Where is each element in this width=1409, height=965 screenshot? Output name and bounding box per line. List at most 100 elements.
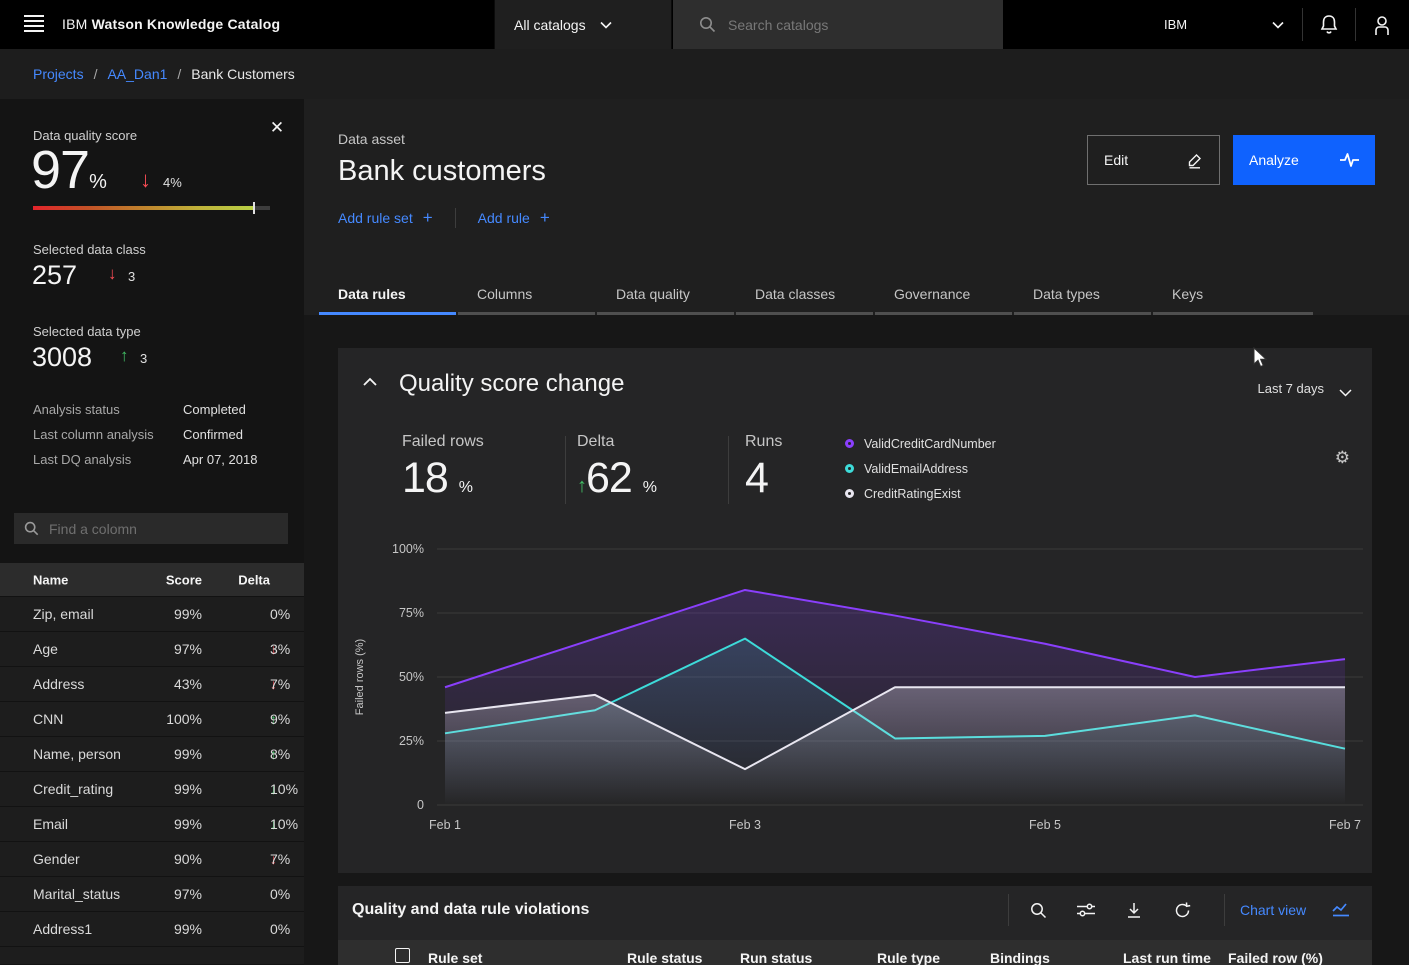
columns-table-header: Name Score Delta xyxy=(0,563,304,596)
tab-underline xyxy=(458,312,595,315)
violations-header-bindings[interactable]: Bindings xyxy=(990,950,1050,965)
tab-data-rules[interactable]: Data rules xyxy=(319,277,456,315)
line-chart: 025%50%75%100%Failed rows (%)Feb 1Feb 3F… xyxy=(338,348,1372,873)
quality-score-delta: 4% xyxy=(163,175,182,190)
breadcrumb-separator: / xyxy=(177,66,181,82)
column-row[interactable]: Name, person99%↑8% xyxy=(0,736,304,771)
tab-label: Data classes xyxy=(755,286,835,302)
profile-button[interactable] xyxy=(1356,0,1408,49)
app-brand: IBM Watson Knowledge Catalog xyxy=(62,16,280,32)
violations-header-last-run-time[interactable]: Last run time xyxy=(1123,950,1211,965)
breadcrumb-projects[interactable]: Projects xyxy=(33,66,84,82)
download-button[interactable] xyxy=(1110,886,1158,934)
y-tick-label: 0 xyxy=(417,798,424,812)
column-score: 90% xyxy=(130,851,202,867)
analyze-button[interactable]: Analyze xyxy=(1233,135,1375,185)
quality-score-gauge xyxy=(33,202,270,214)
gauge-gradient-bar xyxy=(33,206,253,210)
tab-keys[interactable]: Keys xyxy=(1153,277,1313,315)
account-dropdown[interactable]: IBM xyxy=(1150,0,1302,49)
column-score: 99% xyxy=(130,816,202,832)
tab-columns[interactable]: Columns xyxy=(458,277,595,315)
tab-data-quality[interactable]: Data quality xyxy=(597,277,734,315)
column-name: CNN xyxy=(33,711,63,727)
find-column-input[interactable]: Find a colomn xyxy=(14,513,288,544)
gauge-remainder xyxy=(255,206,270,210)
account-label: IBM xyxy=(1164,17,1187,32)
x-tick-label: Feb 3 xyxy=(729,818,761,832)
column-row[interactable]: CNN100%↑9% xyxy=(0,701,304,736)
column-score: 99% xyxy=(130,781,202,797)
catalog-dropdown[interactable]: All catalogs xyxy=(494,0,672,49)
analysis-status-label: Analysis status xyxy=(33,402,120,417)
notifications-button[interactable] xyxy=(1303,0,1355,49)
column-name: Gender xyxy=(33,851,80,867)
add-icon: + xyxy=(540,208,550,228)
chevron-down-icon xyxy=(1272,21,1284,29)
filter-settings-button[interactable] xyxy=(1062,886,1110,934)
column-score: 97% xyxy=(130,886,202,902)
violations-toolbar xyxy=(1014,886,1206,934)
breadcrumb-project-name[interactable]: AA_Dan1 xyxy=(107,66,167,82)
violations-header-run-status[interactable]: Run status xyxy=(740,950,812,965)
data-class-value: 257 xyxy=(32,260,77,291)
tab-label: Data quality xyxy=(616,286,690,302)
up-arrow-icon: ↑ xyxy=(120,346,129,366)
x-tick-label: Feb 1 xyxy=(429,818,461,832)
add-rule-link[interactable]: Add rule+ xyxy=(478,208,550,228)
edit-pencil-icon xyxy=(1186,152,1203,169)
user-icon xyxy=(1372,14,1392,36)
column-row[interactable]: Gender90%↓7% xyxy=(0,841,304,876)
column-name: Address1 xyxy=(33,921,92,937)
column-score: 43% xyxy=(130,676,202,692)
violations-header-rule-type[interactable]: Rule type xyxy=(877,950,940,965)
search-icon xyxy=(24,521,39,536)
violations-title: Quality and data rule violations xyxy=(352,901,589,919)
asset-eyebrow: Data asset xyxy=(338,131,405,147)
search-icon xyxy=(699,16,716,33)
data-type-delta: 3 xyxy=(140,351,147,366)
violations-card: Quality and data rule violations Chart v… xyxy=(338,886,1372,965)
column-row[interactable]: Marital_status97%0% xyxy=(0,876,304,911)
column-row[interactable]: Age97%↓3% xyxy=(0,631,304,666)
chart-view-toggle[interactable]: Chart view xyxy=(1240,886,1350,934)
refresh-button[interactable] xyxy=(1158,886,1206,934)
data-class-label: Selected data class xyxy=(33,242,146,257)
tab-data-classes[interactable]: Data classes xyxy=(736,277,873,315)
quality-score-card: Quality score change Last 7 days Failed … xyxy=(338,348,1372,873)
select-all-checkbox[interactable] xyxy=(395,948,410,963)
violations-header-rule-set[interactable]: Rule set xyxy=(428,950,482,965)
column-name: Credit_rating xyxy=(33,781,113,797)
close-icon[interactable]: ✕ xyxy=(266,117,288,139)
column-name: Zip, email xyxy=(33,606,94,622)
search-icon xyxy=(1030,902,1047,919)
column-score: 100% xyxy=(130,711,202,727)
toolbar-divider xyxy=(1008,894,1009,926)
violations-header-rule-status[interactable]: Rule status xyxy=(627,950,702,965)
column-row-clipped xyxy=(0,946,304,964)
column-row[interactable]: Email99%↓10% xyxy=(0,806,304,841)
search-placeholder: Search catalogs xyxy=(728,17,828,33)
hamburger-menu-icon[interactable] xyxy=(14,12,62,38)
tab-label: Keys xyxy=(1172,286,1203,302)
column-name: Address xyxy=(33,676,84,692)
catalog-search-input[interactable]: Search catalogs xyxy=(673,0,1003,49)
analysis-status-value: Completed xyxy=(183,402,246,417)
tab-underline xyxy=(1014,312,1151,315)
catalog-dropdown-label: All catalogs xyxy=(514,17,586,33)
edit-button[interactable]: Edit xyxy=(1087,135,1220,185)
activity-icon xyxy=(1340,152,1359,168)
column-score: 97% xyxy=(130,641,202,657)
violations-header-failed-row-[interactable]: Failed row (%) xyxy=(1228,950,1323,965)
search-button[interactable] xyxy=(1014,886,1062,934)
tab-data-types[interactable]: Data types xyxy=(1014,277,1151,315)
column-row[interactable]: Zip, email99%0% xyxy=(0,596,304,631)
data-type-label: Selected data type xyxy=(33,324,141,339)
chart-area-CreditRatingExist xyxy=(445,687,1345,805)
column-row[interactable]: Address199%0% xyxy=(0,911,304,946)
add-rule-set-link[interactable]: Add rule set+ xyxy=(338,208,433,228)
column-row[interactable]: Address43%↓7% xyxy=(0,666,304,701)
column-row[interactable]: Credit_rating99%↓10% xyxy=(0,771,304,806)
tab-governance[interactable]: Governance xyxy=(875,277,1012,315)
chevron-down-icon xyxy=(600,21,612,29)
